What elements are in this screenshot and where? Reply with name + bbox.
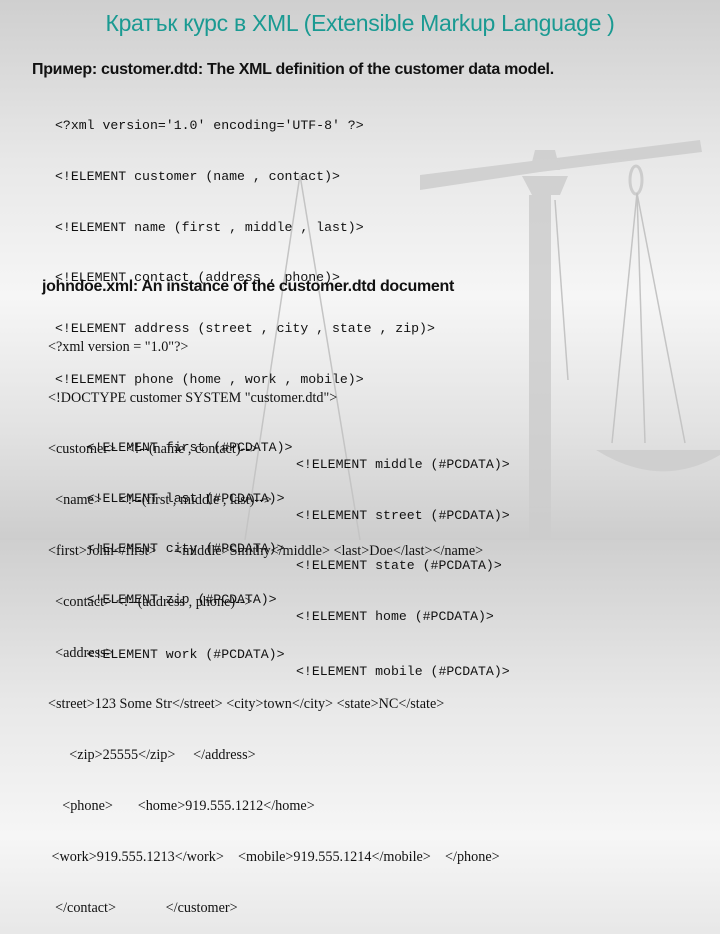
slide-title: Кратък курс в XML (Extensible Markup Lan… — [105, 10, 615, 36]
xml-code-block: <?xml version = "1.0"?> <!DOCTYPE custom… — [48, 305, 500, 934]
xml-line: <name> <!--(first , middle , last)--> — [48, 492, 272, 508]
xml-line: <work>919.555.1213</work> <mobile>919.55… — [48, 849, 500, 865]
dtd-line: <!ELEMENT customer (name , contact)> — [55, 168, 340, 184]
xml-line: <?xml version = "1.0"?> — [48, 339, 189, 355]
xml-line: <phone> <home>919.555.1212</home> — [48, 798, 315, 814]
xml-line: <street>123 Some Str</street> <city>town… — [48, 696, 445, 712]
xml-line: <!DOCTYPE customer SYSTEM "customer.dtd"… — [48, 390, 338, 406]
xml-line: <contact> <!--(address , phone)--> — [48, 594, 253, 610]
dtd-section-heading: Пример: customer.dtd: The XML definition… — [32, 61, 554, 78]
xml-line: <address> — [48, 645, 114, 661]
xml-line: <customer> <!--(name , contact)--> — [48, 441, 259, 457]
xml-instance-heading: johndoe.xml: An instance of the customer… — [42, 278, 454, 295]
dtd-line: <?xml version='1.0' encoding='UTF-8' ?> — [55, 118, 364, 133]
xml-line: <zip>25555</zip> </address> — [48, 747, 256, 763]
xml-line: </contact> </customer> — [48, 900, 238, 916]
xml-line: <first>John</first> <middle>Smithy</midd… — [48, 543, 484, 559]
dtd-line: <!ELEMENT name (first , middle , last)> — [55, 219, 364, 235]
